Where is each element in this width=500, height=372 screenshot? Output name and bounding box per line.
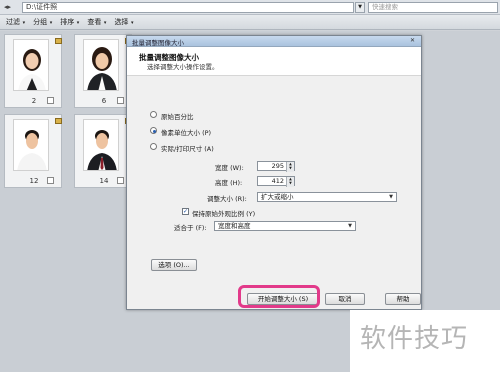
help-button[interactable]: 帮助 [385, 293, 421, 305]
width-input[interactable]: 295 ▲ ▼ [257, 161, 295, 172]
thumbnail-caption: 6 [101, 97, 107, 105]
width-value: 295 [271, 162, 284, 170]
fit-value: 宽度和高度 [218, 222, 251, 230]
photo-image [13, 39, 49, 91]
options-button[interactable]: 选项 (O)... [151, 259, 197, 271]
path-dropdown-icon[interactable]: ▼ [355, 2, 365, 13]
resize-value: 扩大或缩小 [261, 193, 294, 201]
dialog-subheading: 选择调整大小操作设置。 [147, 63, 219, 71]
toolbar-select[interactable]: 选择 ▾ [110, 17, 137, 27]
toolbar-sort[interactable]: 排序 ▾ [56, 17, 83, 27]
folder-tag-icon [55, 118, 62, 124]
height-value: 412 [271, 177, 284, 185]
height-input[interactable]: 412 ▲ ▼ [257, 176, 295, 187]
toolbar-filter[interactable]: 过滤 ▾ [2, 17, 29, 27]
percent-label: 原始百分比 [161, 113, 194, 121]
pixels-label: 像素单位大小 (P) [161, 129, 212, 137]
dialog-title: 批量调整图像大小 [132, 39, 184, 47]
spin-arrows-icon[interactable]: ▲ ▼ [286, 177, 294, 187]
spin-arrows-icon[interactable]: ▲ ▼ [286, 162, 294, 172]
toolbar-view-label: 查看 [87, 18, 102, 26]
resize-dialog: 批量调整图像大小 ✕ 批量调整图像大小 选择调整大小操作设置。 原始百分比 像素… [126, 35, 422, 310]
photo-image [83, 119, 119, 171]
thumbnail-item[interactable]: 12 [4, 114, 62, 188]
width-label: 宽度 (W): [215, 164, 244, 172]
chevron-down-icon: ▾ [129, 20, 134, 26]
resize-label: 调整大小 (R): [207, 195, 247, 203]
keep-ratio-checkbox[interactable]: ✓ [182, 208, 189, 215]
toolbar-sort-label: 排序 [60, 18, 75, 26]
address-bar: ◂▸ D:\证件照 ▼ 快速搜索 [0, 0, 500, 15]
pixels-radio[interactable] [150, 127, 157, 134]
toolbar-group[interactable]: 分组 ▾ [29, 17, 56, 27]
toolbar-view[interactable]: 查看 ▾ [83, 17, 110, 27]
annotation-highlight [238, 285, 320, 308]
chevron-down-icon: ▾ [21, 20, 26, 26]
watermark-text: 软件技巧 [360, 324, 469, 354]
thumbnail-checkbox[interactable] [117, 97, 124, 104]
close-icon[interactable]: ✕ [408, 37, 417, 45]
thumbnail-checkbox[interactable] [47, 97, 54, 104]
thumbnail-checkbox[interactable] [117, 177, 124, 184]
photo-image [13, 119, 49, 171]
thumbnail-caption: 12 [29, 177, 39, 185]
height-label: 高度 (H): [215, 179, 243, 187]
thumbnail-item[interactable]: 2 [4, 34, 62, 108]
folder-tag-icon [55, 38, 62, 44]
folder-nav-icon[interactable]: ◂▸ [4, 3, 18, 12]
thumbnail-caption: 2 [31, 97, 37, 105]
print-size-label: 实际/打印尺寸 (A) [161, 145, 214, 153]
cancel-button[interactable]: 取消 [325, 293, 365, 305]
search-input[interactable]: 快速搜索 [368, 2, 498, 13]
chevron-down-icon: ▾ [48, 20, 53, 26]
photo-image [83, 39, 119, 91]
toolbar-group-label: 分组 [33, 18, 48, 26]
toolbar-select-label: 选择 [114, 18, 129, 26]
keep-ratio-label: 保持原始外观比例 (Y) [192, 210, 256, 218]
path-input[interactable]: D:\证件照 [22, 2, 354, 13]
print-size-radio[interactable] [150, 143, 157, 150]
chevron-down-icon: ▾ [102, 20, 107, 26]
chevron-down-icon: ▾ [75, 20, 80, 26]
thumbnail-item[interactable]: 6 [74, 34, 132, 108]
percent-radio[interactable] [150, 111, 157, 118]
resize-select[interactable]: 扩大或缩小 ▼ [257, 192, 397, 202]
chevron-down-icon: ▼ [348, 223, 352, 229]
fit-select[interactable]: 宽度和高度 ▼ [214, 221, 356, 231]
thumbnail-checkbox[interactable] [47, 177, 54, 184]
dialog-title-bar[interactable]: 批量调整图像大小 ✕ [127, 36, 421, 47]
chevron-down-icon: ▼ [389, 194, 393, 200]
thumbnail-caption: 14 [99, 177, 109, 185]
thumbnail-item[interactable]: 14 [74, 114, 132, 188]
toolbar: 过滤 ▾ 分组 ▾ 排序 ▾ 查看 ▾ 选择 ▾ [0, 15, 500, 30]
toolbar-filter-label: 过滤 [6, 18, 20, 26]
fit-label: 适合于 (F): [174, 224, 207, 232]
